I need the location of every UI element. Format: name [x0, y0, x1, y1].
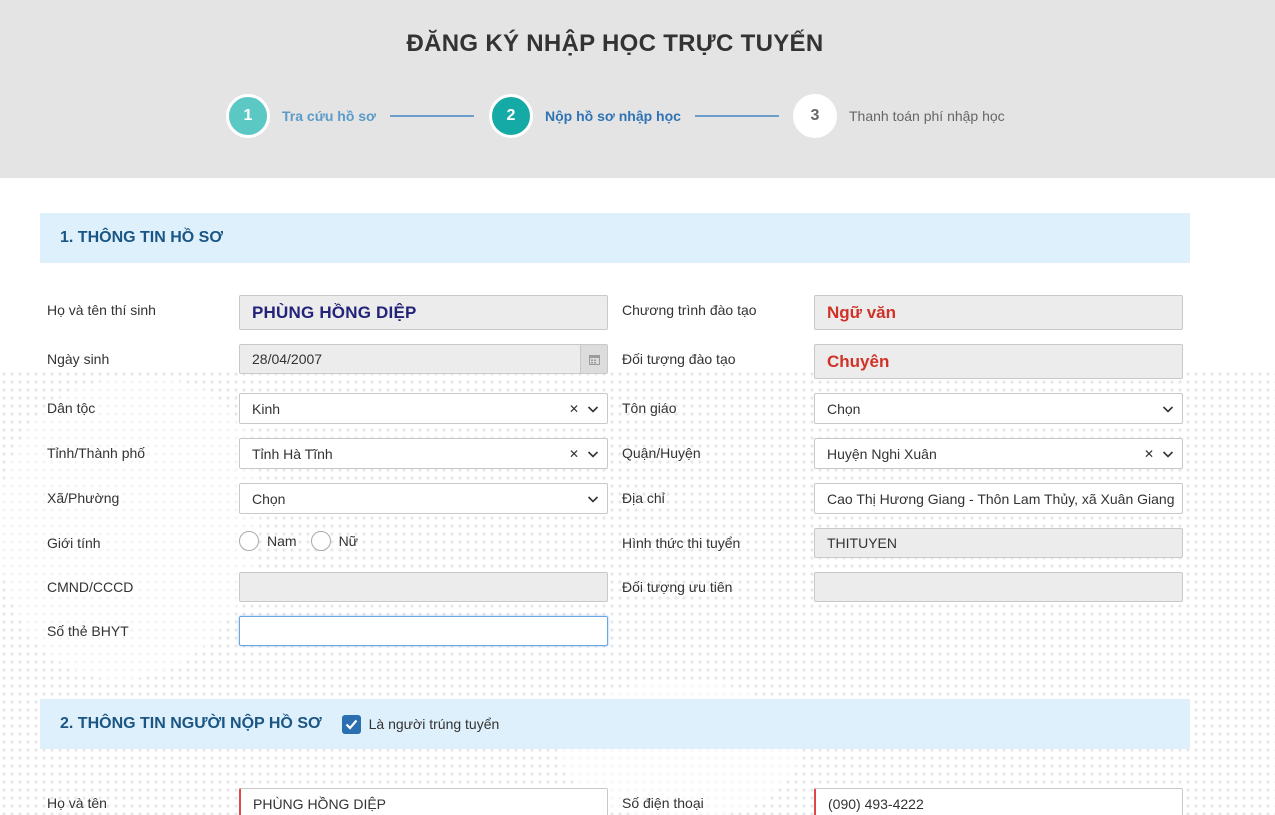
- hinh-thuc-thi-tuyen-field: THITUYEN: [814, 528, 1183, 558]
- chuong-trinh-field: Ngữ văn: [814, 295, 1183, 330]
- bhyt-input[interactable]: [239, 616, 608, 646]
- la-nguoi-trung-tuyen-checkbox[interactable]: [341, 714, 361, 734]
- step-tra-cuu[interactable]: 1 Tra cứu hồ sơ: [226, 94, 376, 138]
- xa-phuong-value: Chọn: [252, 490, 286, 507]
- dia-chi-input[interactable]: Cao Thị Hương Giang - Thôn Lam Thủy, xã …: [814, 483, 1183, 514]
- so-dien-thoai-input[interactable]: (090) 493-4222: [814, 788, 1183, 815]
- label-dia-chi: Địa chỉ: [622, 490, 665, 506]
- ho-ten-input[interactable]: PHÙNG HỒNG DIỆP: [239, 788, 608, 815]
- label-gioi-tinh: Giới tính: [47, 535, 101, 551]
- ton-giao-value: Chọn: [827, 400, 861, 417]
- label-ton-giao: Tôn giáo: [622, 400, 677, 416]
- label-ho-ten-thi-sinh: Họ và tên thí sinh: [47, 302, 156, 318]
- step-number: 1: [226, 94, 270, 138]
- label-so-dien-thoai: Số điện thoại: [622, 795, 704, 811]
- label-dan-toc: Dân tộc: [47, 400, 96, 416]
- dan-toc-select[interactable]: Kinh ✕: [239, 393, 608, 424]
- label-tinh: Tỉnh/Thành phố: [47, 445, 146, 461]
- radio-nu[interactable]: [310, 531, 331, 551]
- ho-ten-thi-sinh-field: PHÙNG HỒNG DIỆP: [239, 295, 608, 330]
- chevron-down-icon[interactable]: [1162, 403, 1174, 415]
- page-header: ĐĂNG KÝ NHẬP HỌC TRỰC TUYẾN 1 Tra cứu hồ…: [0, 0, 1275, 178]
- hinh-thuc-value: THITUYEN: [827, 535, 897, 551]
- ngay-sinh-value: 28/04/2007: [252, 351, 323, 367]
- label-xa-phuong: Xã/Phường: [47, 490, 120, 506]
- doi-tuong-dao-tao-value: Chuyên: [827, 351, 890, 371]
- label-ho-ten: Họ và tên: [47, 795, 107, 811]
- chevron-down-icon[interactable]: [1162, 448, 1174, 460]
- gioi-tinh-radio-group: Nam Nữ: [239, 531, 372, 551]
- chevron-down-icon[interactable]: [587, 448, 599, 460]
- chevron-down-icon[interactable]: [587, 403, 599, 415]
- checkbox-label: Là người trúng tuyển: [368, 716, 500, 732]
- step-thanh-toan[interactable]: 3 Thanh toán phí nhập học: [793, 94, 1005, 138]
- ton-giao-select[interactable]: Chọn: [814, 393, 1183, 424]
- chevron-down-icon[interactable]: [587, 493, 599, 505]
- step-label: Tra cứu hồ sơ: [282, 108, 377, 124]
- radio-label-nu: Nữ: [338, 533, 359, 549]
- label-bhyt: Số thẻ BHYT: [47, 623, 129, 639]
- doi-tuong-uu-tien-field: [814, 572, 1183, 602]
- cmnd-field: [239, 572, 608, 602]
- check-icon: [345, 719, 357, 730]
- step-number: 2: [489, 94, 533, 138]
- step-label: Thanh toán phí nhập học: [849, 108, 1005, 124]
- section-header-thong-tin-ho-so: 1. THÔNG TIN HỒ SƠ: [40, 213, 1190, 263]
- ho-ten-value: PHÙNG HỒNG DIỆP: [253, 795, 387, 812]
- label-doi-tuong-uu-tien: Đối tượng ưu tiên: [622, 579, 733, 595]
- calendar-icon[interactable]: [580, 345, 607, 373]
- section-header-nguoi-nop-ho-so: 2. THÔNG TIN NGƯỜI NỘP HỒ SƠ Là người tr…: [40, 699, 1190, 749]
- step-number: 3: [793, 94, 837, 138]
- so-dien-thoai-value: (090) 493-4222: [828, 795, 924, 812]
- radio-label-nam: Nam: [267, 533, 297, 549]
- chuong-trinh-value: Ngữ văn: [827, 302, 896, 322]
- dia-chi-value: Cao Thị Hương Giang - Thôn Lam Thủy, xã …: [827, 490, 1175, 507]
- ngay-sinh-field: 28/04/2007: [239, 344, 608, 374]
- close-icon[interactable]: ✕: [569, 402, 579, 416]
- section-title: 1. THÔNG TIN HỒ SƠ: [60, 229, 223, 246]
- step-label: Nộp hồ sơ nhập học: [545, 108, 681, 124]
- xa-phuong-select[interactable]: Chọn: [239, 483, 608, 514]
- label-ngay-sinh: Ngày sinh: [47, 351, 110, 367]
- close-icon[interactable]: ✕: [569, 447, 579, 461]
- radio-nam[interactable]: [239, 531, 259, 551]
- quan-huyen-value: Huyện Nghi Xuân: [827, 445, 937, 462]
- label-chuong-trinh: Chương trình đào tạo: [622, 302, 757, 318]
- page-title: ĐĂNG KÝ NHẬP HỌC TRỰC TUYẾN: [406, 30, 824, 57]
- section-title: 2. THÔNG TIN NGƯỜI NỘP HỒ SƠ: [60, 715, 322, 732]
- step-nop-ho-so[interactable]: 2 Nộp hồ sơ nhập học: [489, 94, 681, 138]
- tinh-value: Tỉnh Hà Tĩnh: [252, 445, 333, 462]
- ho-ten-thi-sinh-value: PHÙNG HỒNG DIỆP: [252, 302, 417, 322]
- tinh-select[interactable]: Tỉnh Hà Tĩnh ✕: [239, 438, 608, 469]
- close-icon[interactable]: ✕: [1144, 447, 1154, 461]
- doi-tuong-dao-tao-field: Chuyên: [814, 344, 1183, 379]
- label-quan-huyen: Quận/Huyện: [622, 445, 701, 461]
- label-doi-tuong-dao-tao: Đối tượng đào tạo: [622, 351, 736, 367]
- step-connector: [695, 115, 779, 117]
- label-cmnd: CMND/CCCD: [47, 579, 134, 595]
- label-hinh-thuc-thi-tuyen: Hình thức thi tuyển: [622, 535, 741, 551]
- dan-toc-value: Kinh: [252, 400, 281, 417]
- quan-huyen-select[interactable]: Huyện Nghi Xuân ✕: [814, 438, 1183, 469]
- step-connector: [390, 115, 474, 117]
